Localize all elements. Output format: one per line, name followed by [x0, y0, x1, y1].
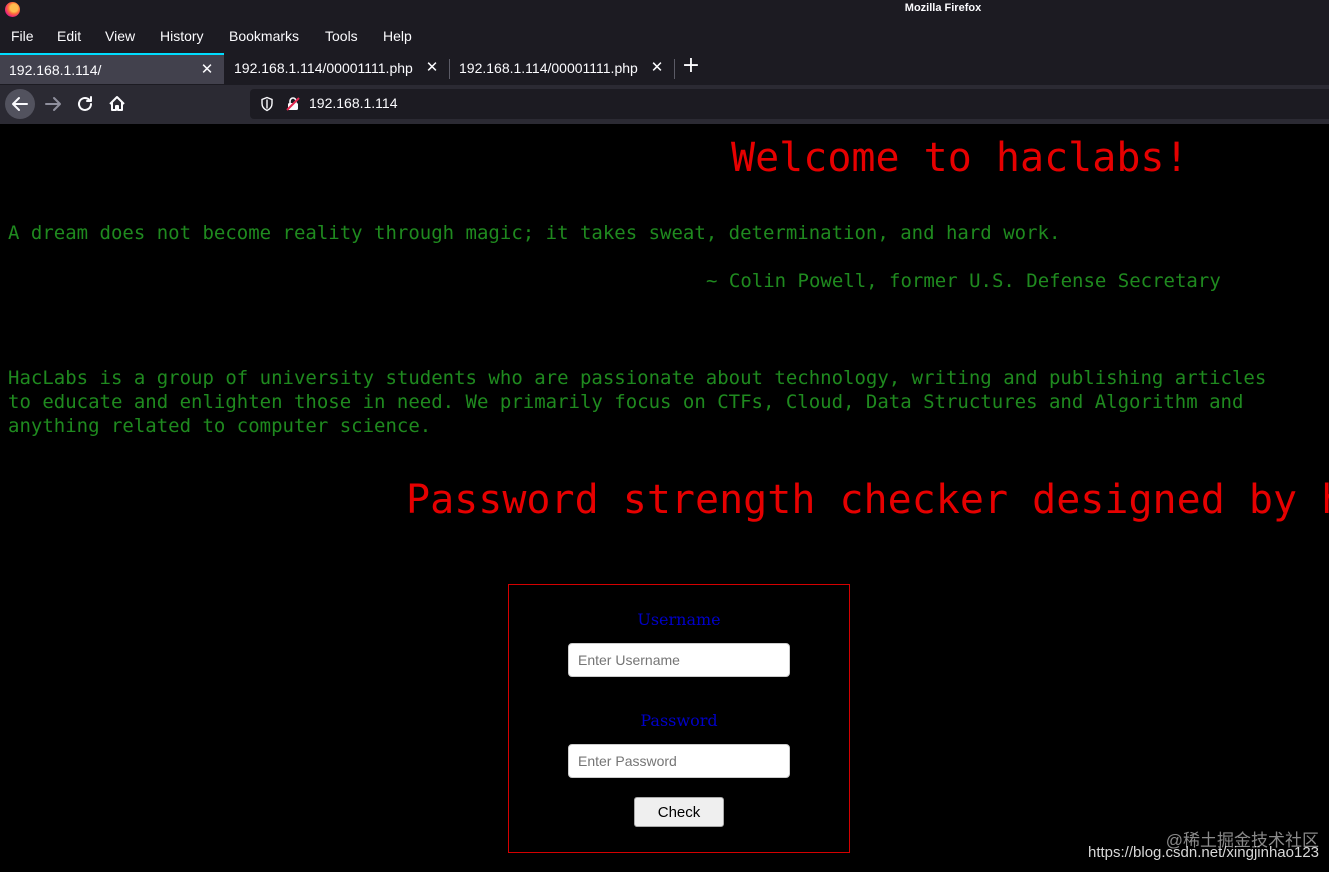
tab-label: 192.168.1.114/00001111.php — [234, 60, 413, 76]
menu-history[interactable]: History — [160, 28, 204, 44]
new-tab-button[interactable]: + — [680, 55, 702, 77]
shield-icon[interactable] — [259, 96, 275, 112]
window-titlebar: Mozilla Firefox — [0, 0, 1329, 22]
url-bar[interactable]: 192.168.1.114 — [250, 89, 1329, 119]
tab-php-1[interactable]: 192.168.1.114/00001111.php ✕ — [225, 53, 449, 84]
tab-strip: 192.168.1.114/ ✕ 192.168.1.114/00001111.… — [0, 51, 1329, 85]
check-button[interactable]: Check — [634, 797, 724, 827]
username-label: Username — [637, 610, 721, 629]
menu-edit[interactable]: Edit — [57, 28, 81, 44]
window-title: Mozilla Firefox — [904, 2, 982, 14]
tab-home[interactable]: 192.168.1.114/ ✕ — [0, 53, 224, 84]
arrow-left-icon — [12, 97, 28, 111]
username-input[interactable] — [568, 643, 790, 677]
about-line: to educate and enlighten those in need. … — [8, 391, 1244, 413]
password-input[interactable] — [568, 744, 790, 778]
tab-label: 192.168.1.114/00001111.php — [459, 60, 638, 76]
reload-icon — [78, 96, 92, 111]
about-paragraph: HacLabs is a group of university student… — [8, 366, 1266, 438]
quote-text: A dream does not become reality through … — [8, 222, 1061, 244]
close-tab-icon[interactable]: ✕ — [424, 59, 440, 75]
close-tab-icon[interactable]: ✕ — [199, 61, 215, 77]
forward-button[interactable] — [38, 89, 68, 119]
home-icon — [109, 96, 125, 111]
insecure-lock-icon[interactable] — [285, 96, 301, 112]
checker-heading: Password strength checker designed by h — [406, 477, 1329, 523]
menu-help[interactable]: Help — [383, 28, 412, 44]
welcome-heading: Welcome to haclabs! — [731, 135, 1189, 181]
menu-bar: File Edit View History Bookmarks Tools H… — [0, 22, 1329, 51]
tab-php-2[interactable]: 192.168.1.114/00001111.php ✕ — [450, 53, 674, 84]
password-label: Password — [640, 711, 718, 730]
tab-label: 192.168.1.114/ — [9, 62, 102, 78]
tab-separator — [674, 59, 675, 79]
about-line: HacLabs is a group of university student… — [8, 367, 1267, 389]
login-form: Username Password Check — [508, 584, 850, 853]
reload-button[interactable] — [70, 89, 100, 119]
menu-file[interactable]: File — [11, 28, 34, 44]
menu-view[interactable]: View — [105, 28, 135, 44]
watermark-url: https://blog.csdn.net/xingjinhao123 — [1088, 844, 1319, 861]
back-button[interactable] — [5, 89, 35, 119]
url-text: 192.168.1.114 — [309, 95, 398, 111]
quote-author: ~ Colin Powell, former U.S. Defense Secr… — [706, 270, 1221, 292]
home-button[interactable] — [102, 89, 132, 119]
page-content: Welcome to haclabs! A dream does not bec… — [0, 124, 1329, 872]
menu-tools[interactable]: Tools — [325, 28, 358, 44]
menu-bookmarks[interactable]: Bookmarks — [229, 28, 299, 44]
navigation-bar: 192.168.1.114 — [0, 85, 1329, 124]
about-line: anything related to computer science. — [8, 415, 432, 437]
close-tab-icon[interactable]: ✕ — [649, 59, 665, 75]
arrow-right-icon — [45, 97, 61, 111]
